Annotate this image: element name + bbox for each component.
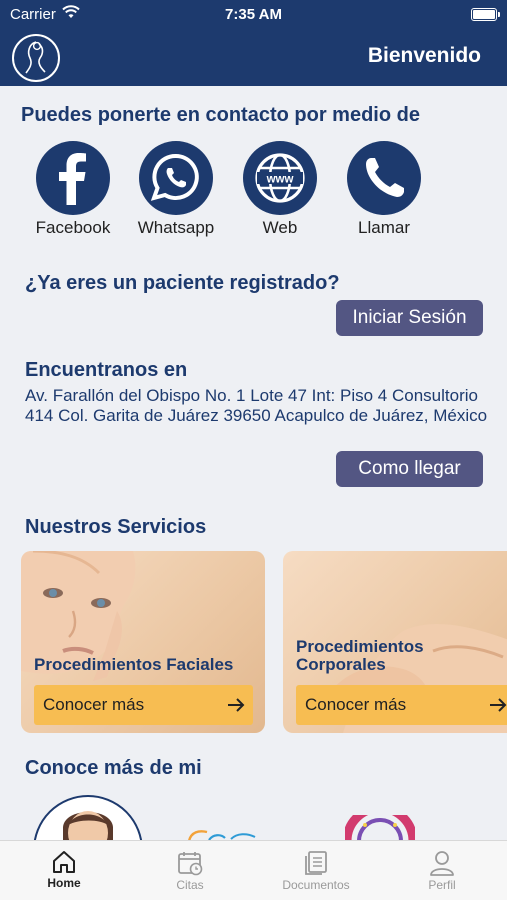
- documents-icon: [305, 851, 327, 875]
- arrow-right-icon: [228, 698, 245, 712]
- contact-label: Web: [262, 218, 298, 237]
- contact-call[interactable]: Llamar: [334, 141, 434, 238]
- contact-section-title: Puedes ponerte en contacto por medio de: [21, 104, 420, 126]
- service-card-facial[interactable]: Procedimientos Faciales Conocer más: [21, 551, 265, 733]
- phone-icon: [347, 141, 421, 215]
- status-bar: Carrier 7:35 AM: [0, 0, 507, 30]
- tab-label: Perfil: [428, 878, 456, 892]
- tab-label: Citas: [176, 878, 204, 892]
- tab-label: Documentos: [282, 878, 350, 892]
- address-text: Av. Farallón del Obispo No. 1 Lote 47 In…: [25, 386, 488, 425]
- globe-icon: www: [243, 141, 317, 215]
- directions-button[interactable]: Como llegar: [336, 451, 483, 487]
- battery-icon: [471, 8, 500, 21]
- service-name: Procedimientos Corporales: [296, 637, 424, 674]
- tab-documentos[interactable]: Documentos: [253, 841, 379, 900]
- facebook-icon: [36, 141, 110, 215]
- whatsapp-icon: [139, 141, 213, 215]
- contact-label: Llamar: [358, 218, 410, 237]
- contact-label: Whatsapp: [137, 218, 215, 237]
- page-title: Bienvenido: [367, 44, 481, 67]
- contact-whatsapp[interactable]: Whatsapp: [126, 141, 226, 238]
- learn-more-label: Conocer más: [43, 695, 145, 714]
- tab-label: Home: [47, 876, 81, 890]
- calendar-icon: [178, 852, 203, 876]
- service-card-body[interactable]: Procedimientos Corporales Conocer más: [283, 551, 507, 733]
- arrow-right-icon: [490, 698, 507, 712]
- learn-more-button[interactable]: Conocer más: [34, 685, 253, 725]
- partner-badge-logo: [345, 815, 415, 841]
- contact-label: Facebook: [35, 218, 111, 237]
- clock: 7:35 AM: [225, 6, 282, 23]
- contact-web[interactable]: www Web: [230, 141, 330, 238]
- learn-more-label: Conocer más: [305, 695, 407, 714]
- tab-perfil[interactable]: Perfil: [379, 841, 505, 900]
- header: Bienvenido: [0, 30, 507, 86]
- login-button[interactable]: Iniciar Sesión: [336, 300, 483, 336]
- tab-bar: Home Citas Documentos Perfil: [0, 840, 507, 900]
- tab-home[interactable]: Home: [1, 841, 127, 900]
- svg-text:www: www: [266, 174, 294, 186]
- contact-facebook[interactable]: Facebook: [23, 141, 123, 238]
- clinic-logo: [12, 34, 60, 82]
- location-title: Encuentranos en: [25, 359, 188, 381]
- service-name: Procedimientos Faciales: [34, 655, 234, 674]
- tab-citas[interactable]: Citas: [127, 841, 253, 900]
- registered-title: ¿Ya eres un paciente registrado?: [25, 272, 340, 294]
- services-title: Nuestros Servicios: [25, 516, 207, 538]
- about-title: Conoce más de mi: [25, 757, 202, 779]
- learn-more-button[interactable]: Conocer más: [296, 685, 507, 725]
- home-icon: [53, 851, 75, 873]
- user-icon: [430, 851, 454, 876]
